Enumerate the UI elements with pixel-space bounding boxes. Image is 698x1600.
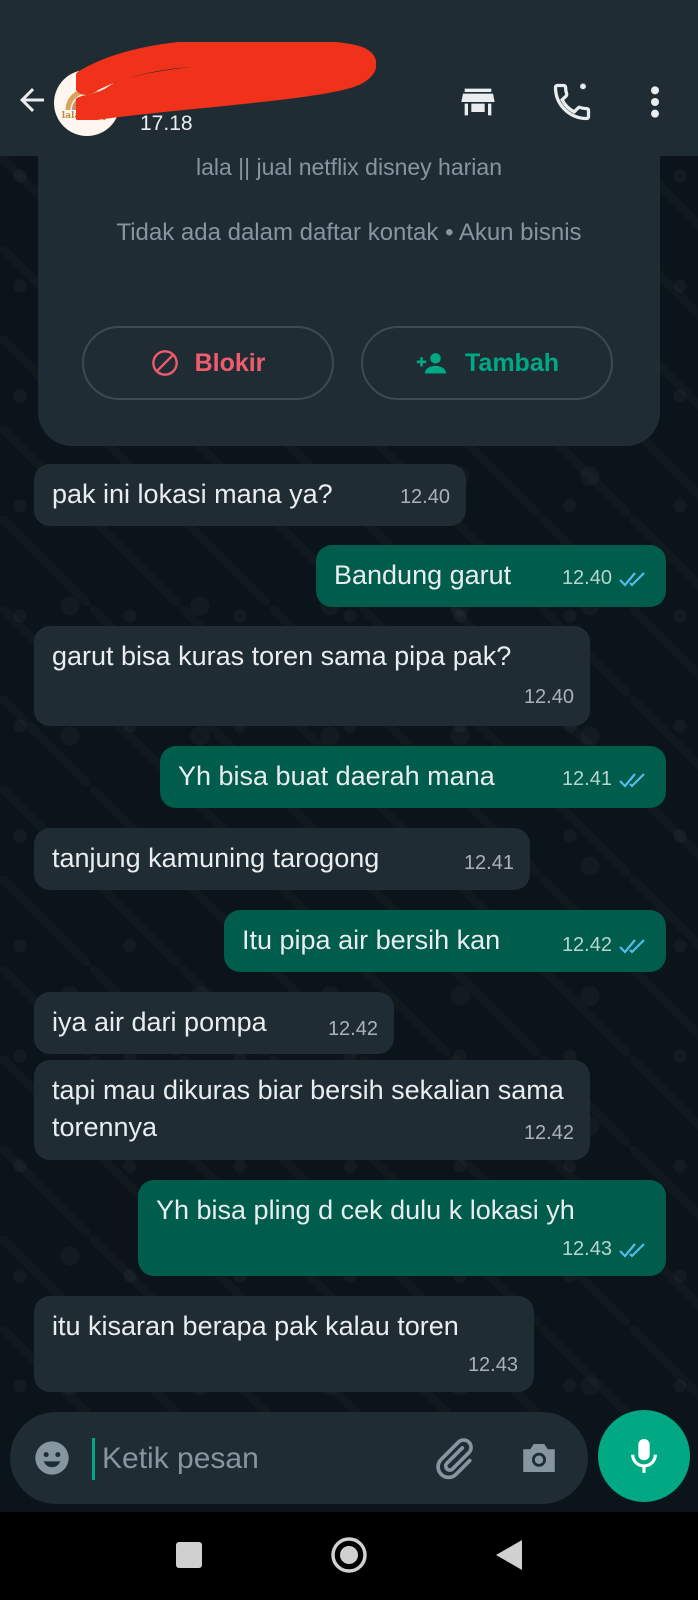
store-icon[interactable] (458, 82, 498, 122)
message-text: tanjung kamuning tarogong (52, 843, 380, 873)
add-contact-button[interactable]: Tambah (361, 326, 613, 400)
message-time: 12.40 (399, 486, 450, 508)
message-time: 12.43 (467, 1354, 518, 1376)
message-bubble-incoming[interactable]: itu kisaran berapa pak kalau toren 12.43 (34, 1296, 534, 1392)
message-time: 12.42 (327, 1018, 378, 1040)
message-time: 12.42 (523, 1122, 574, 1144)
redaction-scribble (76, 42, 376, 120)
microphone-icon (631, 1439, 657, 1473)
message-text: pak ini lokasi mana ya? (52, 479, 333, 509)
block-label: Blokir (194, 348, 266, 377)
more-vert-icon[interactable] (640, 82, 670, 122)
message-time: 12.42 (561, 934, 612, 956)
home-icon[interactable] (330, 1536, 368, 1574)
message-time: 12.40 (523, 686, 574, 708)
message-time: 12.40 (561, 567, 612, 589)
message-bubble-outgoing[interactable]: Itu pipa air bersih kan 12.42 (224, 910, 666, 972)
recent-apps-icon[interactable] (176, 1542, 202, 1568)
message-text: iya air dari pompa (52, 1007, 267, 1037)
message-text: Bandung garut (334, 560, 512, 590)
message-text: itu kisaran berapa pak kalau toren (52, 1311, 459, 1341)
double-check-icon (619, 1242, 645, 1258)
message-input[interactable] (100, 1432, 424, 1486)
message-bubble-incoming[interactable]: iya air dari pompa 12.42 (34, 992, 394, 1054)
message-text: tapi mau dikuras biar bersih sekalian sa… (52, 1075, 564, 1142)
voice-record-button[interactable] (598, 1410, 690, 1502)
back-arrow-icon[interactable] (14, 82, 50, 118)
message-composer (10, 1412, 588, 1504)
message-text: garut bisa kuras toren sama pipa pak? (52, 641, 512, 671)
double-check-icon (619, 938, 645, 954)
camera-icon[interactable] (518, 1438, 560, 1478)
message-bubble-incoming[interactable]: tanjung kamuning tarogong 12.41 (34, 828, 530, 890)
chat-header: lalapmupi Kl 21... 17.18 (0, 0, 698, 156)
text-caret (92, 1438, 95, 1480)
message-time: 12.41 (463, 852, 514, 874)
message-text: Yh bisa buat daerah mana (178, 761, 495, 791)
double-check-icon (619, 571, 645, 587)
add-label: Tambah (465, 348, 559, 377)
message-bubble-outgoing[interactable]: Yh bisa buat daerah mana 12.41 (160, 746, 666, 808)
message-time: 12.41 (561, 768, 612, 790)
message-text: Yh bisa pling d cek dulu k lokasi yh (156, 1195, 575, 1225)
block-icon (151, 350, 178, 376)
add-call-icon[interactable] (550, 80, 594, 124)
message-bubble-incoming[interactable]: garut bisa kuras toren sama pipa pak? 12… (34, 626, 590, 726)
contact-note: Tidak ada dalam daftar kontak • Akun bis… (116, 219, 582, 246)
message-text: Itu pipa air bersih kan (242, 925, 501, 955)
business-info-card (38, 156, 660, 446)
last-seen-status: 17.18 (140, 112, 193, 135)
nav-back-icon[interactable] (494, 1538, 524, 1572)
message-bubble-incoming[interactable]: tapi mau dikuras biar bersih sekalian sa… (34, 1060, 590, 1160)
message-time: 12.43 (561, 1238, 612, 1260)
message-bubble-outgoing[interactable]: Yh bisa pling d cek dulu k lokasi yh 12.… (138, 1180, 666, 1276)
person-add-icon (416, 353, 446, 374)
block-button[interactable]: Blokir (82, 326, 334, 400)
message-bubble-outgoing[interactable]: Bandung garut 12.40 (316, 545, 666, 607)
emoji-icon[interactable] (32, 1438, 72, 1478)
double-check-icon (619, 772, 645, 788)
attach-icon[interactable] (432, 1436, 476, 1480)
message-bubble-incoming[interactable]: pak ini lokasi mana ya? 12.40 (34, 464, 466, 526)
business-description: lala || jual netflix disney harian (195, 154, 502, 180)
